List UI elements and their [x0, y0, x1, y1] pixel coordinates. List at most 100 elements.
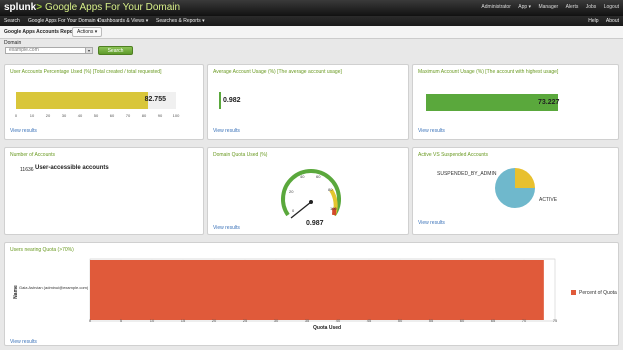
gauge-tick-20: 20: [289, 189, 294, 194]
report-header: Google Apps Accounts Report Actions ▾: [0, 26, 623, 39]
x-tick-label: 65: [490, 318, 496, 323]
x-tick-label: 15: [180, 318, 186, 323]
tick-label: 90: [157, 113, 163, 118]
tick-label: 70: [125, 113, 131, 118]
view-results-link[interactable]: View results: [213, 128, 240, 134]
splunk-logo[interactable]: splunk>: [4, 2, 42, 13]
x-tick-label: 40: [335, 318, 341, 323]
pie-chart: [495, 168, 535, 208]
gauge-tick-40: 40: [300, 174, 305, 179]
logo-arrow-icon: >: [36, 2, 43, 13]
x-tick-label: 50: [397, 318, 403, 323]
tick-label: 60: [109, 113, 115, 118]
progress-value: 73.227: [538, 99, 560, 106]
tick-label: 80: [141, 113, 147, 118]
tick-label: 0: [14, 113, 18, 118]
progress-track: 73.227: [426, 94, 606, 111]
quota-bar[interactable]: [90, 260, 544, 320]
x-tick-label: 75: [552, 318, 558, 323]
user-menu: Administrator App ▾ Manager Alerts Jobs …: [475, 4, 619, 10]
app-title: Google Apps For Your Domain: [45, 2, 181, 13]
tick-label: 20: [45, 113, 51, 118]
x-tick-label: 20: [211, 318, 217, 323]
gauge-tick-80: 80: [328, 187, 333, 192]
view-results-link[interactable]: View results: [10, 128, 37, 134]
about-link[interactable]: About: [606, 18, 619, 24]
nav-search[interactable]: Search: [4, 18, 20, 24]
alerts-link[interactable]: Alerts: [566, 4, 579, 10]
column-label: User-accessible accounts: [35, 165, 109, 171]
x-tick-label: 30: [273, 318, 279, 323]
gauge-value: 0.987: [306, 220, 324, 227]
x-tick-label: 45: [366, 318, 372, 323]
nav-dashboards-menu[interactable]: Dashboards & Views ▾: [98, 18, 148, 24]
view-results-link[interactable]: View results: [213, 225, 240, 231]
quota-gauge: 0 20 40 60 80 100 0.987: [281, 169, 341, 227]
panel-title: Domain Quota Used (%): [213, 152, 268, 158]
x-tick-labels: 0 5 10 15 20 25 30 35 40 45 50 55 60 65 70 75: [88, 318, 558, 324]
actions-menu[interactable]: Actions ▾: [72, 27, 103, 37]
gauge-tick-100: 100: [330, 206, 337, 211]
y-category-label: Gaia Ashvian (adminui@example.com): [19, 285, 89, 290]
panel-active-vs-suspended: Active VS Suspended Accounts SUSPENDED_B…: [412, 147, 619, 235]
x-tick-label: 25: [242, 318, 248, 323]
chevron-down-icon: ▾: [85, 48, 92, 53]
user-name: Administrator: [481, 4, 511, 10]
panel-title: Average Account Usage (%) [The average a…: [213, 69, 342, 75]
tick-label: 40: [77, 113, 83, 118]
jobs-link[interactable]: Jobs: [586, 4, 597, 10]
logo-text: splunk: [4, 2, 37, 13]
account-count: 11636: [20, 167, 34, 173]
quota-bar-chart: [89, 258, 556, 322]
progress-value: 0.982: [223, 97, 241, 104]
x-axis-title: Quota Used: [313, 325, 342, 331]
panel-average-account-usage: Average Account Usage (%) [The average a…: [207, 64, 409, 140]
progress-track: 0.982: [219, 92, 379, 109]
tick-label: 10: [29, 113, 35, 118]
manager-link[interactable]: Manager: [538, 4, 558, 10]
progress-fill: [16, 92, 149, 109]
view-results-link[interactable]: View results: [418, 128, 445, 134]
app-menu[interactable]: App ▾: [518, 4, 531, 10]
pie-label-suspended: SUSPENDED_BY_ADMIN: [437, 171, 497, 177]
nav-searches-menu[interactable]: Searches & Reports ▾: [156, 18, 205, 24]
x-tick-label: 70: [521, 318, 527, 323]
gauge-tick-0: 0: [292, 208, 295, 213]
panel-maximum-account-usage: Maximum Account Usage (%) [The account w…: [412, 64, 619, 140]
search-button[interactable]: Search: [98, 46, 133, 55]
domain-select[interactable]: example.com ▾: [5, 47, 93, 54]
page-title: Google Apps Accounts Report: [4, 29, 77, 35]
panel-title: Number of Accounts: [10, 152, 56, 158]
x-tick-label: 35: [304, 318, 310, 323]
panel-user-accounts-percentage: User Accounts Percentage Used (%) [Total…: [4, 64, 204, 140]
panel-title: Maximum Account Usage (%) [The account w…: [418, 69, 559, 75]
y-axis-title: Name: [12, 285, 19, 299]
panel-domain-quota-used: Domain Quota Used (%) 0 20 40 60 80 100 …: [207, 147, 409, 235]
domain-label: Domain: [4, 40, 22, 46]
view-results-link[interactable]: View results: [418, 220, 445, 226]
legend-label: Percent of Quota: [579, 290, 617, 296]
pie-label-active: ACTIVE: [539, 197, 558, 203]
progress-fill: [219, 92, 221, 109]
panel-number-of-accounts: Number of Accounts 11636 User-accessible…: [4, 147, 204, 235]
tick-label: 30: [61, 113, 67, 118]
panel-users-nearing-quota: Users nearing Quota (>70%) Name Gaia Ash…: [4, 242, 619, 346]
view-results-link[interactable]: View results: [10, 339, 37, 345]
tick-label: 50: [93, 113, 99, 118]
x-tick-label: 60: [459, 318, 465, 323]
x-tick-label: 5: [119, 318, 123, 323]
help-link[interactable]: Help: [588, 18, 598, 24]
panel-title: Active VS Suspended Accounts: [418, 152, 489, 158]
tick-labels: 0 10 20 30 40 50 60 70 80 90 100: [14, 113, 179, 119]
x-tick-label: 0: [88, 318, 92, 323]
x-tick-label: 55: [428, 318, 434, 323]
gauge-tick-60: 60: [316, 174, 321, 179]
panel-title: User Accounts Percentage Used (%) [Total…: [10, 69, 162, 75]
logout-link[interactable]: Logout: [604, 4, 619, 10]
progress-value: 82.755: [144, 96, 166, 103]
nav-gafyd-menu[interactable]: Google Apps For Your Domain ▾: [28, 18, 99, 24]
tick-label: 100: [172, 113, 180, 118]
app-nav: Search Google Apps For Your Domain ▾ Das…: [0, 16, 623, 26]
pie-slice-suspended-by-admin[interactable]: [515, 168, 535, 188]
gauge-hub: [309, 200, 313, 204]
